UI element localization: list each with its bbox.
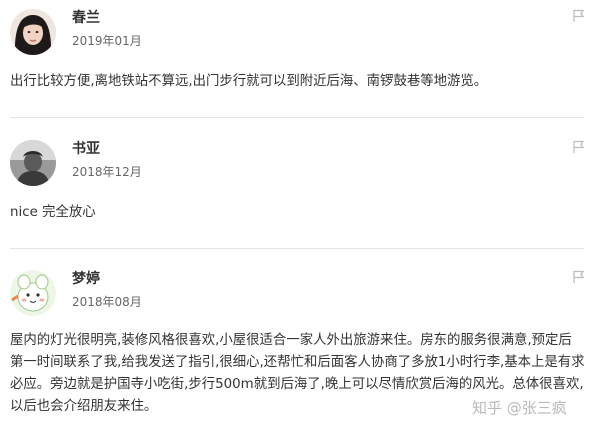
review-text: 出行比较方便,离地铁站不算远,出门步行就可以到附近后海、南锣鼓巷等地游览。 <box>10 74 488 89</box>
review-text: nice 完全放心 <box>10 205 96 220</box>
report-flag-icon[interactable] <box>572 270 586 284</box>
report-flag-icon[interactable] <box>572 9 586 23</box>
divider <box>10 117 584 118</box>
reviewer-name: 春兰 <box>72 10 100 26</box>
avatar[interactable] <box>10 140 56 186</box>
divider <box>10 248 584 249</box>
avatar[interactable] <box>10 270 56 316</box>
report-flag-icon[interactable] <box>572 140 586 154</box>
review-date: 2019年01月 <box>72 34 142 48</box>
reviewer-name: 梦婷 <box>72 271 100 287</box>
watermark: 知乎 @张三疯 <box>472 399 567 417</box>
review-date: 2018年12月 <box>72 165 142 179</box>
avatar[interactable] <box>10 9 56 55</box>
reviewer-name: 书亚 <box>72 141 100 157</box>
review-date: 2018年08月 <box>72 295 142 309</box>
